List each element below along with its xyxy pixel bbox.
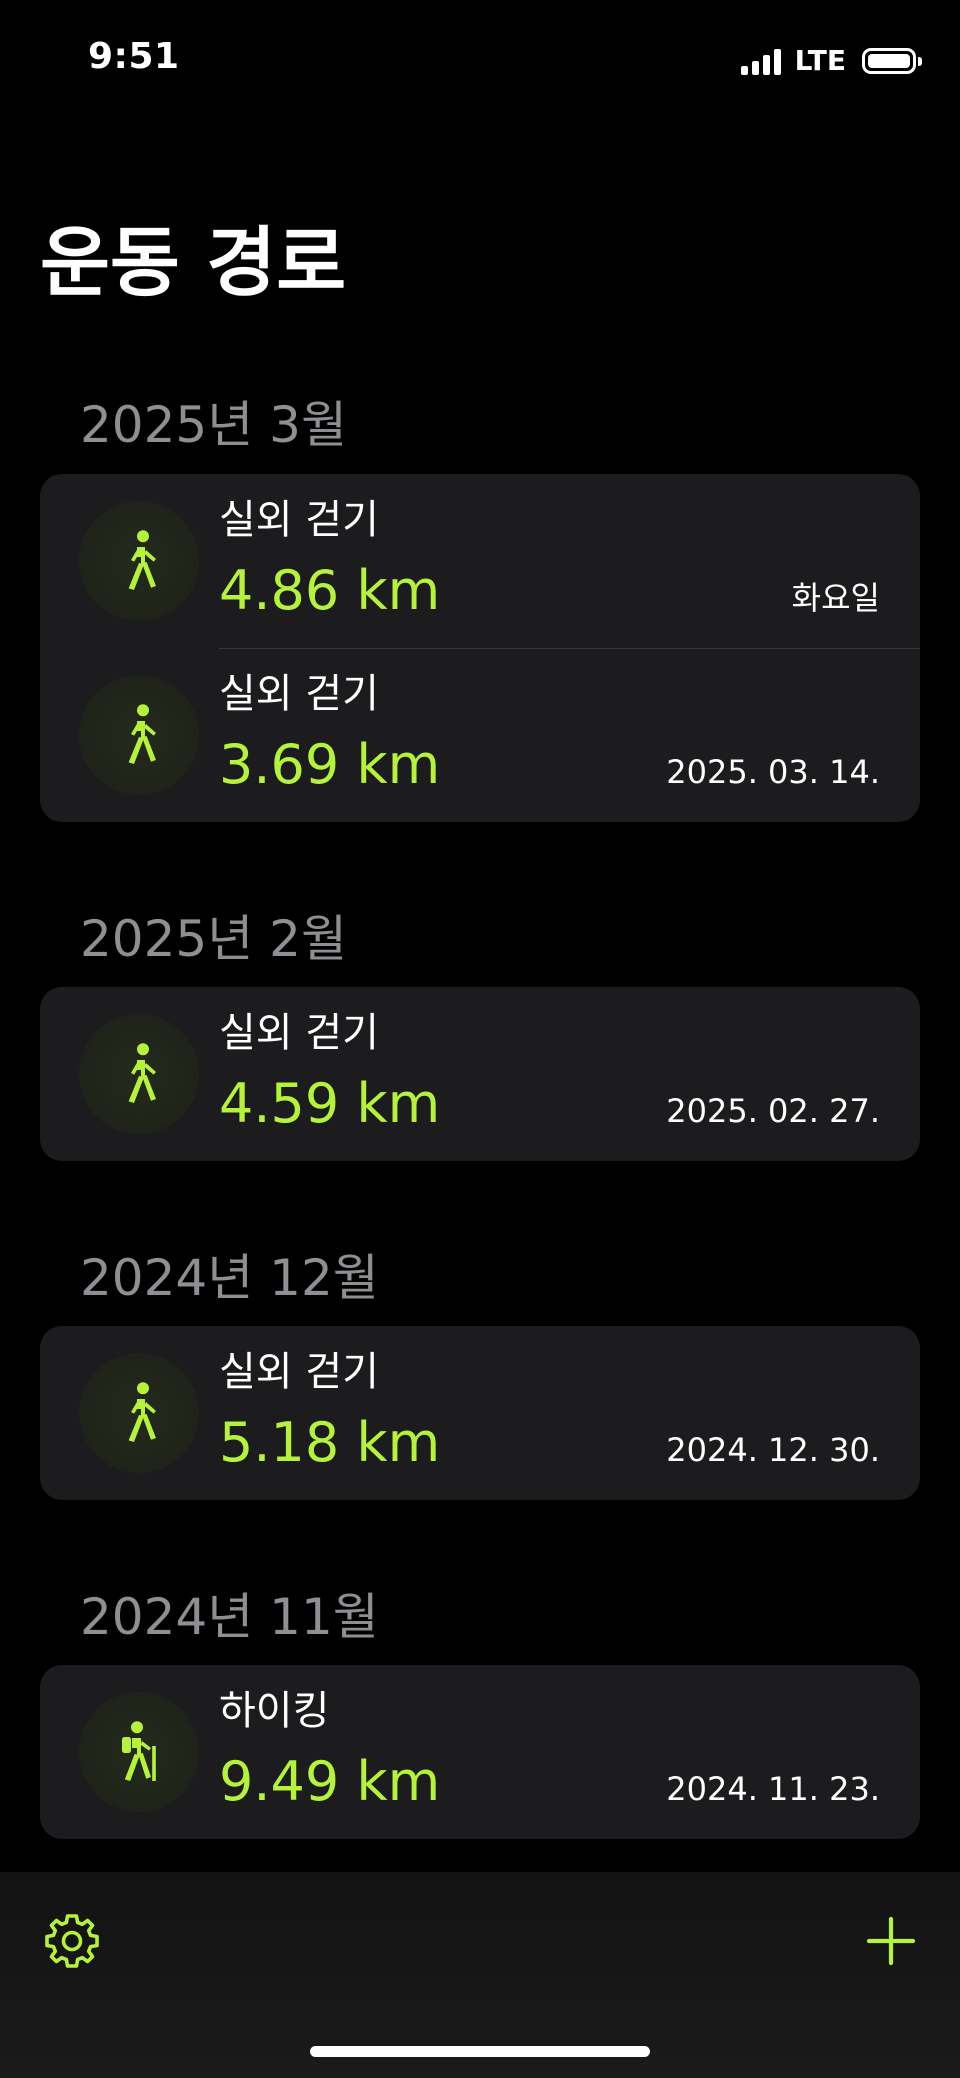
signal-icon	[740, 47, 781, 75]
section-header: 2024년 12월	[80, 1249, 379, 1307]
activity-name: 실외 걷기	[219, 497, 379, 543]
workout-row[interactable]: 실외 걷기 3.69 km 2025. 03. 14.	[40, 648, 920, 822]
battery-icon	[862, 47, 922, 74]
distance-value: 4.59 km	[219, 1072, 441, 1135]
activity-name: 실외 걷기	[219, 1010, 379, 1056]
distance-value: 3.69 km	[219, 733, 441, 796]
workout-row[interactable]: 실외 걷기 5.18 km 2024. 12. 30.	[40, 1326, 920, 1500]
workout-card: 실외 걷기 5.18 km 2024. 12. 30.	[40, 1326, 920, 1500]
distance-value: 5.18 km	[219, 1411, 441, 1474]
gear-icon	[45, 1914, 99, 1968]
workout-card: 하이킹 9.49 km 2024. 11. 23.	[40, 1665, 920, 1839]
home-indicator[interactable]	[310, 2046, 650, 2057]
plus-icon	[866, 1916, 916, 1966]
page-title: 운동 경로	[40, 218, 347, 307]
walking-icon	[79, 501, 199, 621]
walking-icon	[79, 675, 199, 795]
workout-row[interactable]: 하이킹 9.49 km 2024. 11. 23.	[40, 1665, 920, 1839]
status-time: 9:51	[88, 36, 180, 77]
distance-value: 9.49 km	[219, 1750, 441, 1813]
activity-name: 하이킹	[219, 1688, 330, 1734]
workout-date: 화요일	[791, 579, 880, 617]
workout-card: 실외 걷기 4.86 km 화요일 실외 걷기 3.69 km 2025. 03…	[40, 474, 920, 822]
walking-icon	[79, 1353, 199, 1473]
settings-button[interactable]	[37, 1906, 107, 1976]
workout-row[interactable]: 실외 걷기 4.86 km 화요일	[40, 474, 920, 648]
workout-date: 2024. 11. 23.	[666, 1770, 880, 1808]
add-button[interactable]	[856, 1906, 926, 1976]
walking-icon	[79, 1014, 199, 1134]
section-header: 2025년 2월	[80, 910, 347, 968]
distance-value: 4.86 km	[219, 559, 441, 622]
section-header: 2024년 11월	[80, 1588, 379, 1646]
carrier-label: LTE	[794, 44, 846, 77]
status-indicators: LTE	[740, 44, 922, 77]
section-header: 2025년 3월	[80, 396, 347, 454]
activity-name: 실외 걷기	[219, 671, 379, 717]
hiking-icon	[79, 1692, 199, 1812]
status-bar: 9:51 LTE	[0, 0, 960, 120]
workout-date: 2025. 02. 27.	[666, 1092, 880, 1130]
workout-row[interactable]: 실외 걷기 4.59 km 2025. 02. 27.	[40, 987, 920, 1161]
workout-date: 2025. 03. 14.	[666, 753, 880, 791]
workout-date: 2024. 12. 30.	[666, 1431, 880, 1469]
activity-name: 실외 걷기	[219, 1349, 379, 1395]
workout-card: 실외 걷기 4.59 km 2025. 02. 27.	[40, 987, 920, 1161]
